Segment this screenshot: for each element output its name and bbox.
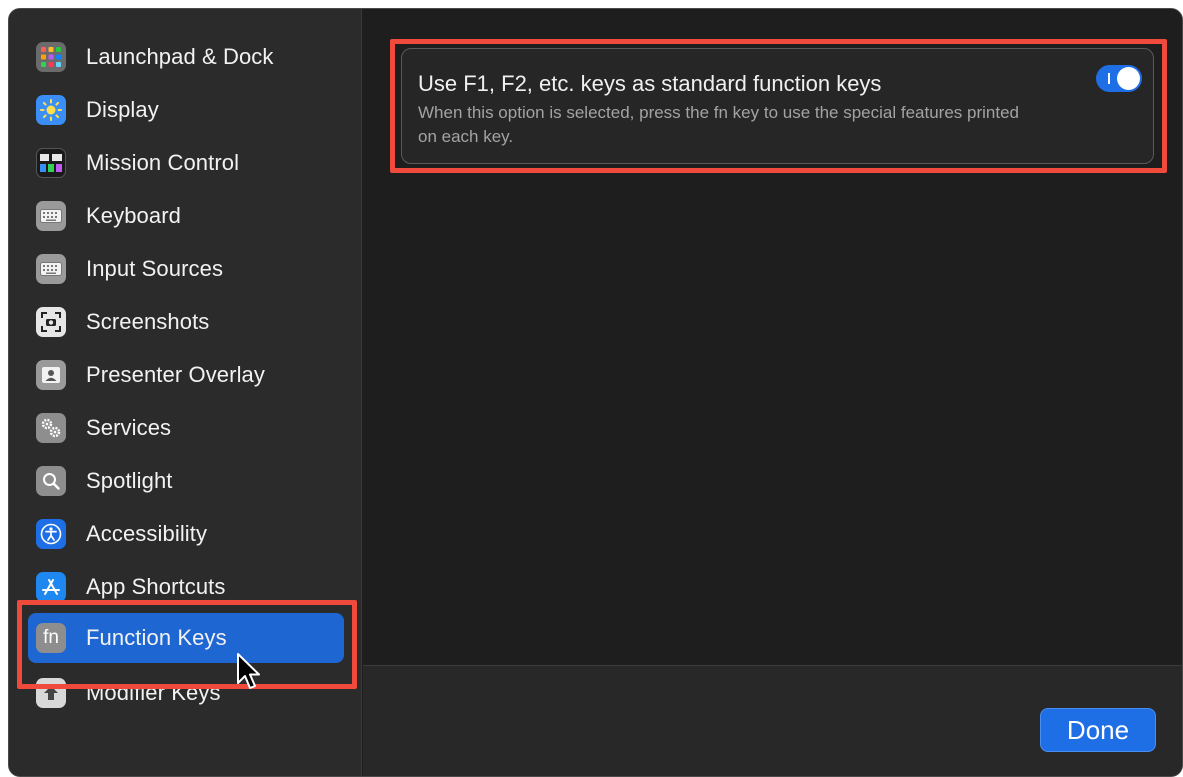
sidebar-item-label: App Shortcuts [86, 574, 226, 599]
toggle-knob [1117, 67, 1140, 90]
sidebar-item-presenter-overlay[interactable]: Presenter Overlay [28, 350, 344, 400]
keyboard-shortcuts-window: Launchpad & Dock Display Mission Control… [8, 8, 1183, 777]
mission-control-icon [36, 148, 66, 178]
sidebar-item-label: Screenshots [86, 309, 210, 334]
sidebar-item-label: Input Sources [86, 256, 224, 281]
sidebar-item-label: Display [86, 97, 159, 122]
option-description: When this option is selected, press the … [418, 103, 1020, 146]
done-button[interactable]: Done [1040, 708, 1156, 752]
screenshot-icon [36, 307, 66, 337]
sidebar-item-label: Function Keys [86, 625, 227, 650]
standard-function-keys-toggle[interactable] [1096, 65, 1142, 92]
fn-key-icon: fn [36, 623, 66, 653]
function-keys-option-card: Use F1, F2, etc. keys as standard functi… [401, 48, 1154, 164]
sidebar-item-label: Mission Control [86, 150, 240, 175]
option-title: Use F1, F2, etc. keys as standard functi… [418, 71, 882, 96]
fn-key-icon-text: fn [43, 627, 59, 648]
sidebar-item-label: Accessibility [86, 521, 208, 546]
app-store-icon [36, 572, 66, 602]
sidebar-item-input-sources[interactable]: Input Sources [28, 244, 344, 294]
sidebar-item-keyboard[interactable]: Keyboard [28, 191, 344, 241]
launchpad-icon [36, 42, 66, 72]
sidebar-item-modifier-keys[interactable]: Modifier Keys [28, 668, 344, 718]
sidebar-item-label: Presenter Overlay [86, 362, 265, 387]
input-sources-icon [36, 254, 66, 284]
sidebar-item-screenshots[interactable]: Screenshots [28, 297, 344, 347]
shortcuts-sidebar: Launchpad & Dock Display Mission Control… [9, 9, 362, 776]
sidebar-item-function-keys[interactable]: fn Function Keys [28, 613, 344, 663]
accessibility-icon [36, 519, 66, 549]
sidebar-item-label: Services [86, 415, 172, 440]
sidebar-item-label: Keyboard [86, 203, 181, 228]
sidebar-item-accessibility[interactable]: Accessibility [28, 509, 344, 559]
magnifying-glass-icon [36, 466, 66, 496]
mouse-pointer-icon [237, 653, 260, 689]
sidebar-item-launchpad-dock[interactable]: Launchpad & Dock [28, 32, 344, 82]
display-brightness-icon [36, 95, 66, 125]
sidebar-item-label: Launchpad & Dock [86, 44, 274, 69]
presenter-overlay-icon [36, 360, 66, 390]
sheet-footer: Done [363, 665, 1182, 776]
sidebar-item-label: Modifier Keys [86, 680, 221, 705]
sidebar-item-display[interactable]: Display [28, 85, 344, 135]
gears-icon [36, 413, 66, 443]
toggle-on-mark [1108, 73, 1110, 84]
sidebar-item-spotlight[interactable]: Spotlight [28, 456, 344, 506]
function-keys-pane: Use F1, F2, etc. keys as standard functi… [363, 9, 1182, 665]
sidebar-item-label: Spotlight [86, 468, 173, 493]
sidebar-item-services[interactable]: Services [28, 403, 344, 453]
sidebar-item-mission-control[interactable]: Mission Control [28, 138, 344, 188]
keyboard-icon [36, 201, 66, 231]
modifier-keys-icon [36, 678, 66, 708]
sidebar-item-app-shortcuts[interactable]: App Shortcuts [28, 562, 344, 612]
